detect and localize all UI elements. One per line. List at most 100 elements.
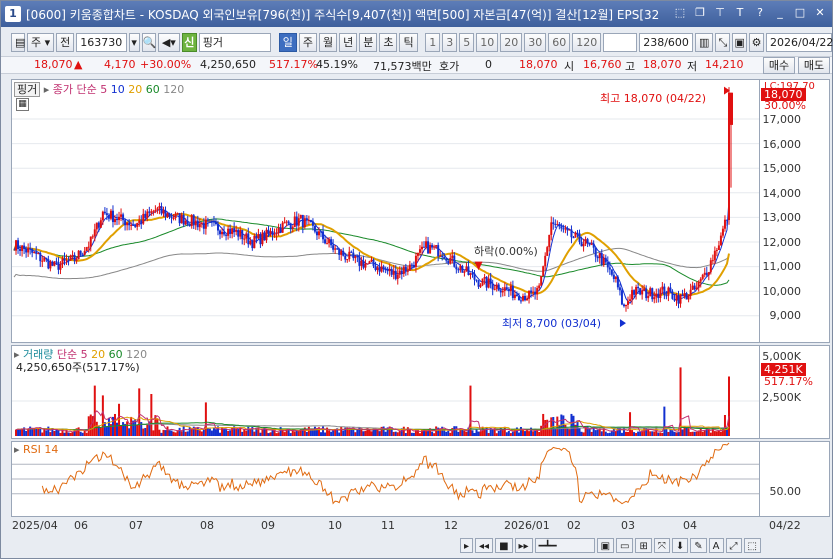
code-dropdown-icon[interactable]: ▾ [128,32,140,52]
price-pane[interactable]: 핑거 ▸ 종가 단순 5 10 20 60 120 ▦ 최고 18,070 (0… [11,79,760,343]
interval-60[interactable]: 60 [548,32,571,52]
ma120-legend[interactable]: 120 [163,83,184,96]
volume-bar [253,431,256,436]
save-icon[interactable]: ▣ [732,32,748,52]
candle-body [586,239,589,244]
interval-30[interactable]: 30 [524,32,547,52]
candle-body [194,220,197,226]
expand-icon[interactable]: ⤢ [725,538,742,553]
volume-bar [19,429,22,436]
candle-body [57,262,60,270]
grid-icon[interactable]: ▦ [16,98,29,111]
period-second[interactable]: 초 [379,32,398,52]
interval-1[interactable]: 1 [425,32,441,52]
period-month[interactable]: 월 [318,32,338,52]
period-tick[interactable]: 틱 [399,32,418,52]
draw-icon[interactable]: ✎ [690,538,707,553]
candle-body [469,273,472,275]
scroll-end-icon[interactable]: ▸▸ [514,538,533,553]
down-icon[interactable]: ⬇ [671,538,689,553]
bars-icon[interactable]: ▥ [694,32,714,52]
candle-body [705,272,708,276]
volume-bar [604,431,607,436]
close-icon[interactable]: ✕ [812,5,828,21]
settings-icon[interactable]: ⚙ [749,32,765,52]
stock-code-input[interactable]: 163730 [76,32,127,52]
ma5-legend[interactable]: 종가 단순 5 [53,83,107,96]
count-field[interactable]: 238/600 [639,32,693,52]
scroll-prev-icon[interactable]: ▸ [460,538,474,553]
zoom-in-icon[interactable]: ⊞ [635,538,652,553]
ma60-legend[interactable]: 60 [146,83,160,96]
help-icon[interactable]: ? [752,5,768,21]
volume-bar [717,430,720,436]
volume-bar [186,431,189,436]
fit-icon[interactable]: ⤧ [653,538,670,553]
volume-bar [164,430,167,436]
candle-body [71,254,74,256]
x-tick: 03 [621,519,635,532]
candle-body [388,268,391,272]
chart-scroll-controls: ▸ ◂◂ ■ ▸▸ ━┻━ ▣ ▭ ⊞ ⤧ ⬇ ✎ A ⤢ ⬚ [460,538,761,553]
ma20-legend[interactable]: 20 [128,83,142,96]
x-tick: 07 [129,519,143,532]
volume-pane[interactable]: ▸ 거래량 단순 5 20 60 120 4,250,650주(517.17%) [11,345,760,439]
x-tick: 09 [261,519,275,532]
buy-button[interactable]: 매수 [763,57,795,74]
candle-body [73,254,76,261]
sell-button[interactable]: 매도 [798,57,830,74]
period-year[interactable]: 년 [339,32,358,52]
scroll-track[interactable]: ━┻━ [534,538,595,553]
period-minute[interactable]: 분 [359,32,378,52]
volume-bar [495,433,498,436]
interval-120[interactable]: 120 [572,32,602,52]
candle-body [380,266,383,272]
stock-name-field[interactable]: 핑거 [198,32,272,52]
interval-20[interactable]: 20 [500,32,523,52]
search-icon[interactable]: 🔍 [141,32,156,52]
custom-interval-input[interactable] [603,32,637,52]
restore-icon[interactable]: ❐ [692,5,708,21]
minimize-icon[interactable]: _ [772,5,788,21]
stock-name-legend[interactable]: 핑거 [14,82,41,97]
tile-icon[interactable]: T [732,5,748,21]
link-icon[interactable]: ⬚ [672,5,688,21]
rsi-y-tick: 50.00 [769,485,802,498]
rsi-legend-name[interactable]: RSI 14 [23,443,58,456]
pin-icon[interactable]: ⊤ [712,5,728,21]
period-week[interactable]: 주 [298,32,317,52]
candle-body [227,228,230,236]
market-select[interactable]: 전 [56,32,75,52]
period-type-select[interactable]: 주 ▾ [27,32,55,52]
volume-bar [227,430,230,436]
period-day[interactable]: 일 [278,32,297,52]
interval-3[interactable]: 3 [442,32,458,52]
candle-body [89,236,92,247]
candle-body [641,290,644,295]
candle-body [27,248,30,253]
rsi-pane[interactable]: ▸ RSI 14 [11,441,760,517]
interval-10[interactable]: 10 [476,32,499,52]
volume-bar [247,426,250,436]
menu-icon[interactable]: ▤ [11,32,25,52]
volume-bar [103,422,106,436]
scroll-start-icon[interactable]: ◂◂ [475,538,494,553]
volume-bar [693,431,696,436]
ma10-legend[interactable]: 10 [111,83,125,96]
candle-body [558,224,561,227]
zoom-icon[interactable]: ▣ [596,538,615,553]
maximize-icon[interactable]: □ [792,5,808,21]
capture-icon[interactable]: ⬚ [743,538,761,553]
zoom-out-icon[interactable]: ▭ [616,538,634,553]
candle-body [667,287,670,296]
indicator-icon[interactable]: ⤡ [715,32,731,52]
volume-bar [681,429,684,436]
candle-body [719,235,722,246]
volume-bar [528,431,531,436]
scroll-stop-icon[interactable]: ■ [495,538,513,553]
volume-bar [126,421,129,436]
text-icon[interactable]: A [708,538,724,553]
interval-5[interactable]: 5 [459,32,475,52]
date-field[interactable]: 2026/04/22 [766,32,833,52]
sound-icon[interactable]: ◀▾ [157,32,180,52]
